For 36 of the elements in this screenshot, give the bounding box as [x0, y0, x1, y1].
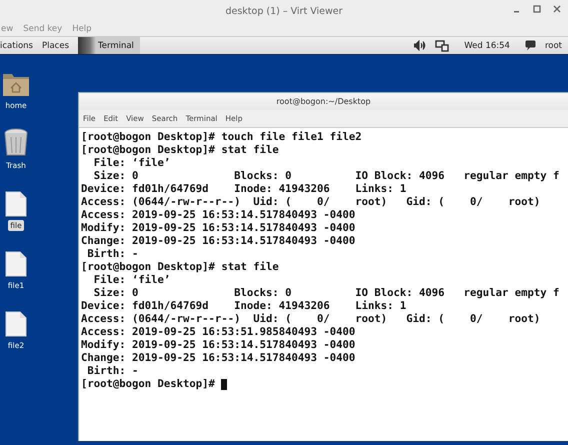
close-icon — [553, 5, 561, 13]
terminal-line: Access: (0644/-rw-r--r--) Uid: ( 0/ root) Gid: ( 0/ root) — [81, 313, 540, 326]
terminal-line: File: ‘file’ — [92, 274, 170, 287]
terminal-line: Birth: - — [86, 365, 138, 378]
terminal-line: [root@bogon Desktop]# stat file — [81, 144, 279, 157]
terminal-line: Access: 2019-09-25 16:53:14.517840493 -0400 — [81, 209, 356, 222]
terminal-line: File: ‘file’ — [92, 157, 170, 170]
taskbar-item[interactable]: Terminal — [78, 37, 140, 54]
terminal-line: [root@bogon Desktop]# stat file — [81, 261, 279, 274]
terminal-line: Birth: - — [86, 248, 138, 261]
terminal-line: [root@bogon Desktop]# touch file file1 file2 — [81, 131, 362, 144]
terminal-line: Change: 2019-09-25 16:53:14.517840493 -0400 — [81, 352, 356, 365]
terminal-line: Size: 0 Blocks: 0 IO Block: 4096 regular empty f — [92, 170, 560, 183]
terminal-line: Change: 2019-09-25 16:53:14.517840493 -0400 — [81, 235, 356, 248]
volume-icon[interactable] — [414, 40, 426, 51]
maximize-icon — [533, 5, 541, 13]
terminal-line: Device: fd01h/64769d Inode: 41943206 Links: 1 — [81, 183, 406, 196]
window-title: desktop (1) – Virt Viewer — [225, 6, 343, 16]
terminal-line: [root@bogon Desktop]# — [81, 378, 216, 391]
terminal-line: Modify: 2019-09-25 16:53:14.517840493 -0400 — [81, 339, 356, 352]
user-menu[interactable]: root — [544, 40, 562, 50]
file-icon[interactable] — [5, 191, 27, 217]
terminal-line: Modify: 2019-09-25 16:53:14.517840493 -0400 — [81, 222, 356, 235]
network-icon[interactable] — [435, 40, 450, 52]
terminal-line: Access: (0644/-rw-r--r--) Uid: ( 0/ root) Gid: ( 0/ root) — [81, 196, 540, 209]
trash-icon[interactable] — [4, 127, 28, 157]
places-menu[interactable]: Places — [42, 40, 69, 50]
clock[interactable]: Wed 16:54 — [464, 40, 510, 50]
applications-menu[interactable]: ications — [0, 40, 33, 50]
file-icon[interactable] — [5, 251, 27, 277]
terminal-line: Access: 2019-09-25 16:53:51.985840493 -0400 — [81, 326, 356, 339]
home-folder-icon[interactable] — [2, 71, 30, 97]
file-icon[interactable] — [5, 311, 27, 337]
terminal-title: root@bogon:~/Desktop — [276, 97, 371, 106]
terminal-line: Size: 0 Blocks: 0 IO Block: 4096 regular empty f — [92, 287, 560, 300]
terminal-line: Device: fd01h/64769d Inode: 41943206 Links: 1 — [81, 300, 406, 313]
